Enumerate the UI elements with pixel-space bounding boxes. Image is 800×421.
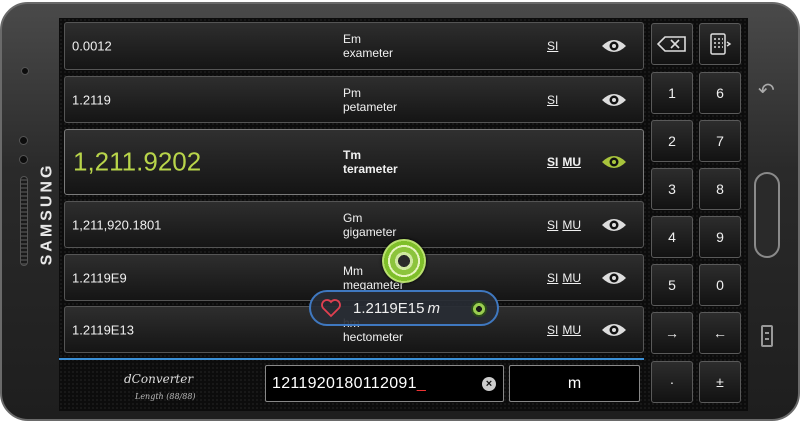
eye-icon[interactable] <box>601 38 627 54</box>
target-mini-icon[interactable] <box>471 301 487 317</box>
backspace-icon <box>657 36 686 52</box>
unit-value: 0.0012 <box>72 38 112 54</box>
unit-name: exameter <box>343 46 394 60</box>
unit-value: 1.2119E13 <box>72 322 134 337</box>
home-button[interactable] <box>754 172 780 258</box>
heart-icon[interactable] <box>320 298 342 318</box>
unit-value: 1.2119E9 <box>72 270 127 285</box>
arrow-right-button[interactable]: → <box>651 312 693 354</box>
app-logo: dConverter <box>124 372 194 386</box>
brand-logo: SAMSUNG <box>38 162 55 266</box>
key-9[interactable]: 9 <box>699 216 741 258</box>
key-2[interactable]: 2 <box>651 120 693 162</box>
unit-symbol: Gm <box>343 210 363 225</box>
eye-icon[interactable] <box>601 92 627 108</box>
unit-value: 1,211.9202 <box>73 146 202 177</box>
unit-row-petameter[interactable]: 1.2119 Pm petameter SI <box>64 76 644 123</box>
unit-symbol: Mm <box>343 263 363 278</box>
key-8[interactable]: 8 <box>699 168 741 210</box>
input-bar: dConverter Length (88/88) 12119201801120… <box>59 358 644 411</box>
eye-icon[interactable] <box>601 322 627 338</box>
category-label: Length (88/88) <box>135 392 196 401</box>
unit-standards: SI MU <box>547 270 582 285</box>
unit-symbol: Pm <box>343 85 361 100</box>
key-6[interactable]: 6 <box>699 72 741 114</box>
result-bubble[interactable]: 1.2119E15 m <box>309 290 499 326</box>
proximity-sensor <box>19 136 28 145</box>
keyboard-toggle-button[interactable] <box>699 23 741 65</box>
decimal-point-button[interactable]: · <box>651 361 693 403</box>
key-3[interactable]: 3 <box>651 168 693 210</box>
unit-name: petameter <box>343 99 398 114</box>
key-4[interactable]: 4 <box>651 216 693 258</box>
bubble-value: 1.2119E15 <box>353 300 425 317</box>
key-7[interactable]: 7 <box>699 120 741 162</box>
unit-row-gigameter[interactable]: 1,211,920.1801 Gm gigameter SI MU <box>64 201 644 248</box>
unit-standards: SI MU <box>547 322 582 337</box>
base-unit-field[interactable]: m <box>509 365 640 402</box>
keyboard-icon <box>710 33 732 55</box>
light-sensor <box>19 155 28 164</box>
speaker-grille <box>20 176 28 266</box>
key-0[interactable]: 0 <box>699 264 741 306</box>
unit-standards: SI <box>547 39 559 53</box>
unit-symbol: Tm <box>343 148 361 162</box>
unit-name: hectometer <box>343 329 404 344</box>
unit-symbol: Em <box>343 32 361 46</box>
back-icon[interactable]: ↶ <box>758 78 775 103</box>
unit-row-exameter[interactable]: 0.0012 Em exameter SI <box>64 22 644 70</box>
clear-icon[interactable]: × <box>482 377 496 391</box>
key-5[interactable]: 5 <box>651 264 693 306</box>
key-1[interactable]: 1 <box>651 72 693 114</box>
unit-name: gigameter <box>343 224 397 239</box>
unit-standards: SI MU <box>547 155 582 169</box>
unit-row-terameter-selected[interactable]: 1,211.9202 Tm terameter SI MU <box>64 129 644 195</box>
phone-frame: SAMSUNG ↶ 0.0012 Em exameter SI 1.2119 P… <box>0 2 800 421</box>
unit-name: terameter <box>343 162 398 176</box>
app-screen: 0.0012 Em exameter SI 1.2119 Pm petamete… <box>59 18 748 411</box>
target-icon[interactable] <box>382 239 426 283</box>
unit-value: 1,211,920.1801 <box>72 217 162 232</box>
arrow-left-button[interactable]: ← <box>699 312 741 354</box>
plus-minus-button[interactable]: ± <box>699 361 741 403</box>
backspace-button[interactable] <box>651 23 693 65</box>
unit-standards: SI MU <box>547 217 582 232</box>
menu-icon[interactable] <box>761 325 773 347</box>
bubble-unit: m <box>427 300 440 317</box>
eye-icon[interactable] <box>601 270 627 286</box>
unit-standards: SI <box>547 92 559 107</box>
unit-value: 1.2119 <box>72 92 111 107</box>
eye-icon[interactable] <box>601 154 627 170</box>
front-camera <box>21 67 29 75</box>
eye-icon[interactable] <box>601 217 627 233</box>
value-input[interactable]: 1211920180112091_ × <box>265 365 504 402</box>
